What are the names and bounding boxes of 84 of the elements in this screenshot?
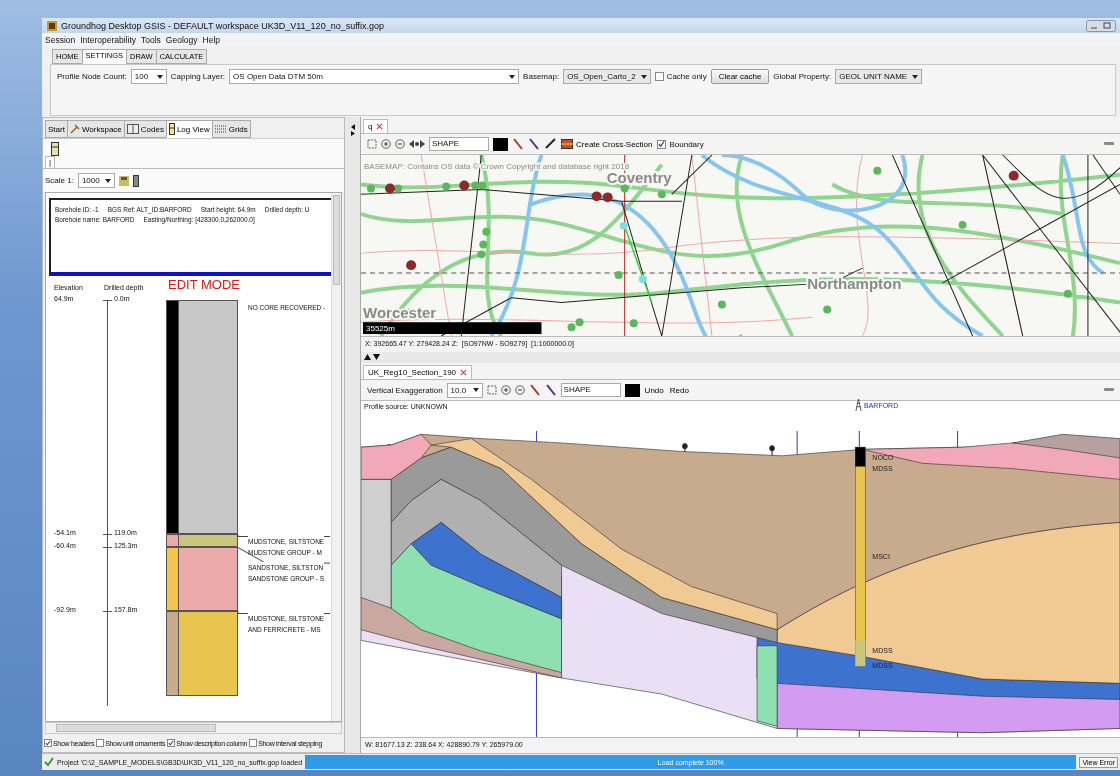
caret-icon <box>156 74 163 79</box>
close-icon[interactable] <box>460 369 468 376</box>
checkbox[interactable] <box>167 739 176 747</box>
log-column-icon <box>168 123 175 135</box>
unit-label: MDSS <box>872 646 893 656</box>
checkbox[interactable] <box>44 739 52 747</box>
vertical-scrollbar[interactable] <box>331 193 341 721</box>
window-title: Groundhog Desktop GSIS - DEFAULT workspace UK3D_V11_120_no_suffix.gop <box>61 20 384 31</box>
panel-tab[interactable]: Start <box>45 120 68 138</box>
scale-dropdown[interactable]: 1000 <box>77 173 115 188</box>
drill-rig-icon <box>855 399 862 411</box>
zoom-out-icon[interactable] <box>514 385 525 395</box>
unit-label: MDSS <box>872 661 893 671</box>
collapse-arrows-icon[interactable] <box>349 123 356 137</box>
scale-label: Scale 1: <box>45 176 74 185</box>
minimize-icon[interactable] <box>1104 388 1114 392</box>
unit-label: MSCI <box>872 551 890 561</box>
zoom-in-icon[interactable] <box>381 139 391 149</box>
global-property-dropdown[interactable]: GEOL UNIT NAME <box>835 69 923 84</box>
caret-icon <box>640 74 647 79</box>
unit-label: MDSS <box>872 463 893 473</box>
unit-label: NOCO <box>872 452 894 463</box>
field-label: Basemap: <box>523 72 560 81</box>
clear-cache-button[interactable]: Clear cache <box>710 69 770 84</box>
panel-tab[interactable]: Log View <box>165 120 213 138</box>
cross-section-icon <box>561 138 573 150</box>
vertical-exaggeration-dropdown[interactable]: 10.0 <box>446 382 483 398</box>
map-tab[interactable]: q <box>363 119 389 133</box>
check-icon <box>44 757 54 767</box>
grid-icon <box>214 124 227 134</box>
menu-item[interactable]: Help <box>202 35 220 45</box>
checkbox[interactable] <box>249 739 258 747</box>
field-label: Vertical Exaggeration <box>367 385 443 395</box>
place-label: Northampton <box>807 275 902 292</box>
shape-field[interactable]: SHAPE <box>429 137 489 151</box>
caret-icon <box>912 74 919 79</box>
panel-tab[interactable]: Grids <box>211 120 251 138</box>
section-tab[interactable]: UK_Reg10_Section_190 <box>363 365 473 379</box>
caret-icon <box>104 178 111 183</box>
expand-collapse-icon[interactable] <box>364 354 380 360</box>
checkbox-label: Cache only <box>666 72 707 81</box>
log-column-icon[interactable] <box>132 174 139 187</box>
field-label: Capping Layer: <box>170 72 226 81</box>
caret-icon <box>509 74 516 79</box>
pen-icon[interactable] <box>544 384 557 396</box>
field-label: Profile Node Count: <box>57 72 127 81</box>
pen-icon[interactable] <box>512 138 524 150</box>
shape-field[interactable]: SHAPE <box>560 383 621 397</box>
undo-button[interactable]: Undo <box>643 385 665 395</box>
app-icon <box>46 19 58 32</box>
hammer-icon <box>69 124 80 134</box>
capping-layer-dropdown[interactable]: OS Open Data DTM 50m <box>229 69 520 84</box>
field-label: Global Property: <box>773 72 832 81</box>
checkbox[interactable] <box>654 72 664 81</box>
pen-icon[interactable] <box>528 138 540 150</box>
caret-icon <box>472 388 479 392</box>
edit-mode-label: EDIT MODE <box>168 277 240 292</box>
colour-swatch[interactable] <box>493 137 508 151</box>
checkbox-label: Boundary <box>669 139 704 149</box>
profile-node-count-dropdown[interactable]: 100 <box>130 69 167 84</box>
log-tab[interactable]: | <box>45 156 56 168</box>
save-icon[interactable] <box>118 175 129 186</box>
minimize-icon[interactable] <box>1104 142 1114 146</box>
menu-item[interactable]: Session <box>45 35 76 45</box>
colour-swatch[interactable] <box>624 383 640 397</box>
book-icon <box>126 124 139 134</box>
zoom-out-icon[interactable] <box>395 139 405 149</box>
zoom-in-icon[interactable] <box>500 385 511 395</box>
horizontal-scrollbar[interactable] <box>45 722 342 734</box>
panel-tab[interactable]: Workspace <box>66 120 125 138</box>
pen-icon[interactable] <box>528 384 541 396</box>
checkbox[interactable] <box>96 739 105 747</box>
redo-button[interactable]: Redo <box>668 385 690 395</box>
menu-item[interactable]: Geology <box>165 35 198 45</box>
checkbox[interactable] <box>657 139 667 149</box>
panel-tab[interactable]: Codes <box>123 120 167 138</box>
close-icon[interactable] <box>376 123 384 130</box>
menu-item[interactable]: Interoperability <box>80 35 136 45</box>
pan-icon[interactable] <box>409 139 425 149</box>
log-column-icon[interactable] <box>51 142 59 156</box>
menu-item[interactable]: Tools <box>141 35 161 45</box>
create-cross-section-button[interactable]: Create Cross-Section <box>560 138 654 150</box>
basemap-dropdown[interactable]: OS_Open_Carto_2 <box>563 69 651 84</box>
pencil-icon[interactable] <box>544 138 556 150</box>
